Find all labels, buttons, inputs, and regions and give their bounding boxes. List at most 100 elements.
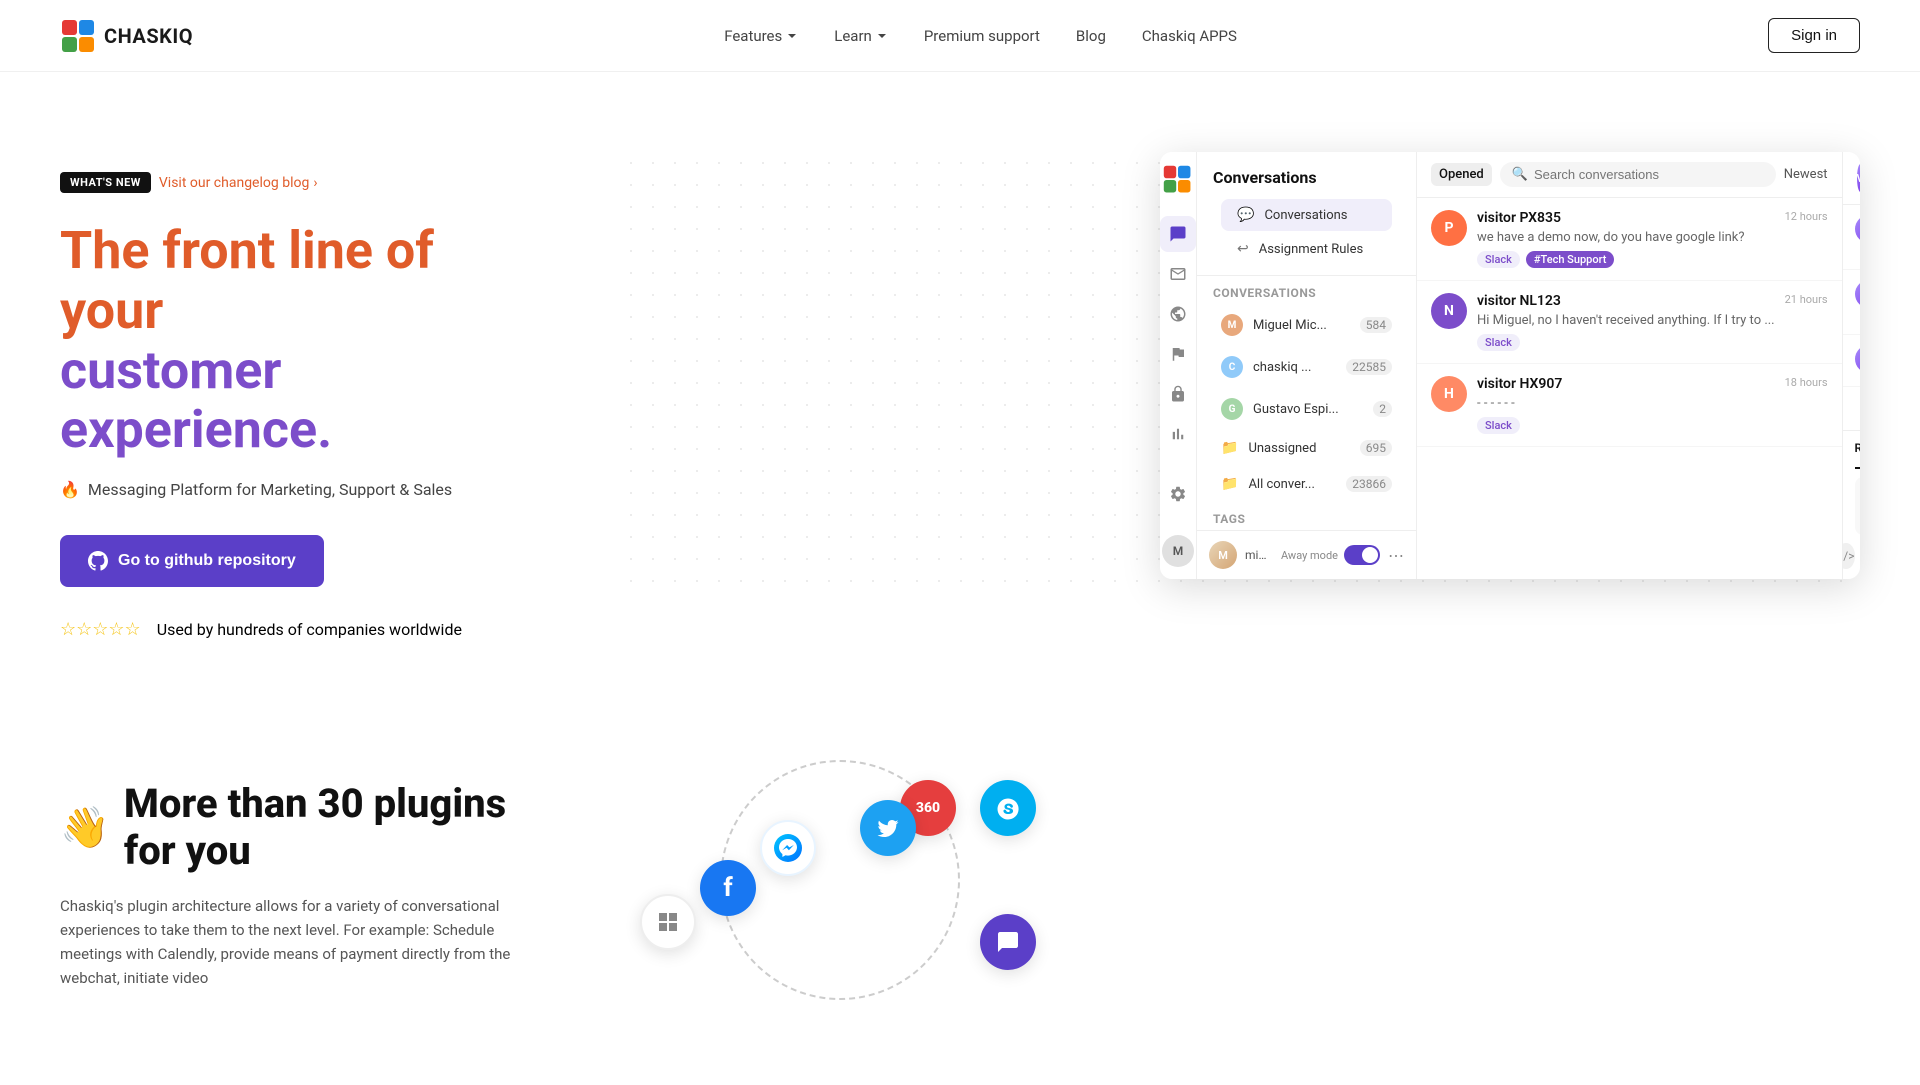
conv-group-all-label: All conver... — [1248, 477, 1336, 492]
conv-chat-icon: 💬 — [1237, 207, 1254, 223]
changelog-link[interactable]: Visit our changelog blog › — [159, 175, 318, 191]
plugins-section: 👋 More than 30 plugins for you Chaskiq's… — [0, 700, 1920, 1070]
reply-tab[interactable]: Reply — [1855, 441, 1860, 469]
tab-opened[interactable]: Opened — [1431, 163, 1492, 186]
sidebar-icon-bubble[interactable] — [1160, 296, 1196, 332]
whats-new-bar: WHAT'S NEW Visit our changelog blog › — [60, 172, 540, 193]
tag-slack-1: Slack — [1477, 251, 1520, 268]
conversations-panel: Conversations 💬 Conversations ↩ Assignme… — [1197, 152, 1417, 579]
conv-item-nl123-preview: Hi Miguel, no I haven't received anythin… — [1477, 313, 1775, 328]
conv-bottom-user-avatar: M — [1209, 541, 1237, 569]
conv-item-hx907-name: visitor HX907 — [1477, 376, 1775, 392]
conversation-list: Opened 🔍 Newest P visitor PX835 we have … — [1417, 152, 1842, 579]
nav-apps[interactable]: Chaskiq APPS — [1142, 27, 1237, 45]
nav-learn[interactable]: Learn — [834, 27, 888, 45]
nav-links: Features Learn Premium support Blog Chas… — [724, 27, 1237, 45]
away-mode-toggle[interactable]: Away mode — [1281, 545, 1380, 565]
hero-title: The front line of your customer experien… — [60, 221, 540, 460]
nav-premium[interactable]: Premium support — [924, 27, 1040, 45]
conv-detail-messages: V visitor NL123 Thank you ver competitor… — [1843, 205, 1860, 430]
conv-detail-avatar: V — [1857, 164, 1860, 192]
plugin-chat-icon — [980, 914, 1036, 970]
hero-subtitle: 🔥 Messaging Platform for Marketing, Supp… — [60, 480, 540, 499]
detail-msg-3[interactable]: V visitor NL123 — [1843, 335, 1860, 387]
conv-item-hx907[interactable]: H visitor HX907 - - - - - - Slack 18 hou… — [1417, 364, 1842, 447]
plugin-skype-icon — [980, 780, 1036, 836]
sidebar-icon-lock[interactable] — [1160, 376, 1196, 412]
toggle-switch[interactable] — [1344, 545, 1380, 565]
conv-item-px835-avatar: P — [1431, 210, 1467, 246]
conv-nav-conv-label: Conversations — [1264, 208, 1376, 223]
conv-list-header: Opened 🔍 Newest — [1417, 152, 1842, 198]
sidebar-icon-chart[interactable] — [1160, 416, 1196, 452]
conv-item-hx907-time: 18 hours — [1785, 376, 1828, 389]
conv-item-px835-name: visitor PX835 — [1477, 210, 1775, 226]
nav-features[interactable]: Features — [724, 27, 798, 45]
conv-group-gustavo-count: 2 — [1373, 401, 1392, 417]
conv-nav-conversations[interactable]: 💬 Conversations — [1221, 199, 1392, 231]
conv-assignment-icon: ↩ — [1237, 241, 1249, 257]
conv-group-unassigned-label: Unassigned — [1248, 441, 1349, 456]
plugins-title: 👋 More than 30 plugins for you — [60, 780, 560, 874]
logo-text: CHASKIQ — [104, 24, 193, 48]
toggle-knob — [1362, 547, 1378, 563]
conv-detail-header: V Conversation with visi — [1843, 152, 1860, 205]
conv-item-px835-body: visitor PX835 we have a demo now, do you… — [1477, 210, 1775, 268]
nav-blog[interactable]: Blog — [1076, 27, 1106, 45]
sidebar-icon-chat[interactable] — [1160, 216, 1196, 252]
detail-msg-1[interactable]: V visitor NL123 Thank you ver competitor… — [1843, 205, 1860, 270]
plugins-title-text: More than 30 plugins for you — [124, 780, 560, 874]
sidebar-icon-contacts[interactable] — [1160, 256, 1196, 292]
signin-button[interactable]: Sign in — [1768, 18, 1860, 53]
conv-group-miguel[interactable]: M Miguel Mic... 584 — [1205, 306, 1408, 344]
logo[interactable]: CHASKIQ — [60, 18, 193, 54]
detail-msg-1-avatar: V — [1855, 215, 1860, 243]
detail-msg-3-avatar: V — [1855, 345, 1860, 373]
reply-input[interactable]: type your message — [1855, 477, 1860, 535]
away-mode-label: Away mode — [1281, 549, 1338, 562]
plugin-twitter-icon — [860, 800, 916, 856]
conv-item-px835[interactable]: P visitor PX835 we have a demo now, do y… — [1417, 198, 1842, 281]
tag-tech-support: #Tech Support — [1526, 251, 1615, 268]
plugin-facebook-icon: f — [700, 860, 756, 916]
conv-item-nl123-tags: Slack — [1477, 334, 1775, 351]
sidebar-icon-settings[interactable] — [1160, 476, 1196, 512]
newest-filter[interactable]: Newest — [1784, 167, 1828, 182]
conv-item-px835-time: 12 hours — [1785, 210, 1828, 223]
conv-group-gustavo-label: Gustavo Espi... — [1253, 402, 1363, 417]
detail-msg-2[interactable]: V visitor NL123 the inapp mes — [1843, 270, 1860, 335]
conv-group-all[interactable]: 📁 All conver... 23866 — [1205, 468, 1408, 500]
app-sidebar-logo — [1162, 164, 1194, 196]
conv-section-label: Conversations — [1197, 276, 1416, 304]
conv-item-nl123-time: 21 hours — [1785, 293, 1828, 306]
conversation-detail-panel: V Conversation with visi V visitor NL123… — [1842, 152, 1860, 579]
conv-group-chaskiq[interactable]: C chaskiq ... 22585 — [1205, 348, 1408, 386]
search-input[interactable] — [1534, 167, 1764, 182]
plugin-icons-container: 360 f — [640, 780, 1860, 980]
conv-group-all-icon: 📁 — [1221, 476, 1238, 492]
sidebar-icon-flag[interactable] — [1160, 336, 1196, 372]
conv-nav-assignment[interactable]: ↩ Assignment Rules — [1221, 233, 1392, 265]
hero-title-line1: The front line of your — [60, 220, 434, 341]
conv-bottom-more-button[interactable]: ⋯ — [1388, 546, 1404, 565]
conv-item-nl123[interactable]: N visitor NL123 Hi Miguel, no I haven't … — [1417, 281, 1842, 364]
conv-group-chaskiq-label: chaskiq ... — [1253, 360, 1336, 375]
tag-slack-3: Slack — [1477, 417, 1520, 434]
plugins-emoji: 👋 — [60, 804, 110, 851]
hero-title-line2: customer experience. — [60, 340, 332, 461]
hero-content: WHAT'S NEW Visit our changelog blog › Th… — [60, 152, 540, 640]
app-sidebar: M — [1160, 152, 1197, 579]
conv-group-gustavo[interactable]: G Gustavo Espi... 2 — [1205, 390, 1408, 428]
conv-group-unassigned-count: 695 — [1360, 440, 1392, 456]
conv-group-miguel-count: 584 — [1360, 317, 1392, 333]
sidebar-user-avatar[interactable]: M — [1162, 535, 1194, 567]
rating-area: ☆☆☆☆☆ Used by hundreds of companies worl… — [60, 619, 540, 640]
app-screenshot: M Conversations 💬 Conversations ↩ Assign… — [620, 152, 1860, 602]
reply-code-button[interactable]: </> — [1842, 543, 1855, 569]
conv-group-unassigned[interactable]: 📁 Unassigned 695 — [1205, 432, 1408, 464]
conv-panel-bottom: M miguelmichelson@g... Away mode ⋯ — [1197, 530, 1416, 579]
conv-group-all-count: 23866 — [1346, 476, 1392, 492]
github-cta-button[interactable]: Go to github repository — [60, 535, 324, 587]
hero-section: WHAT'S NEW Visit our changelog blog › Th… — [0, 72, 1920, 700]
conv-panel-header: Conversations 💬 Conversations ↩ Assignme… — [1197, 152, 1416, 276]
